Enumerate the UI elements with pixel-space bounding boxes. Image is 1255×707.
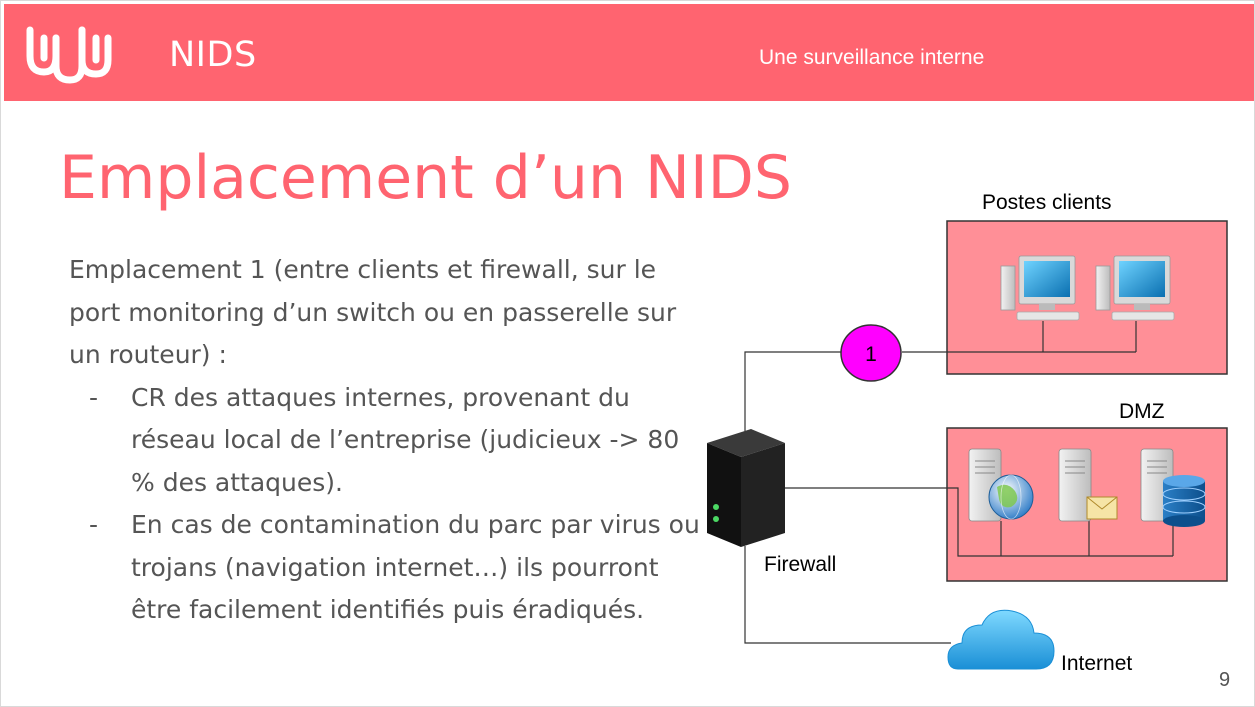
firewall-icon	[707, 429, 785, 547]
slide: NIDS Une surveillance interne Emplacemen…	[0, 0, 1255, 707]
cloud-icon	[947, 609, 1055, 670]
firewall-label: Firewall	[764, 553, 836, 576]
database-icon	[1162, 475, 1206, 527]
internet-label: Internet	[1061, 652, 1132, 675]
page-number: 9	[1219, 669, 1231, 691]
nids-marker: 1	[840, 324, 902, 382]
mail-icon	[1086, 496, 1118, 520]
network-diagram: 1 Postes clients DMZ Firewall Internet	[707, 191, 1228, 675]
nids-marker-label: 1	[865, 343, 877, 366]
clients-zone	[946, 220, 1228, 375]
server-icon	[1058, 448, 1092, 522]
clients-label: Postes clients	[982, 191, 1112, 214]
globe-icon	[988, 474, 1034, 520]
dmz-label: DMZ	[1119, 400, 1165, 423]
